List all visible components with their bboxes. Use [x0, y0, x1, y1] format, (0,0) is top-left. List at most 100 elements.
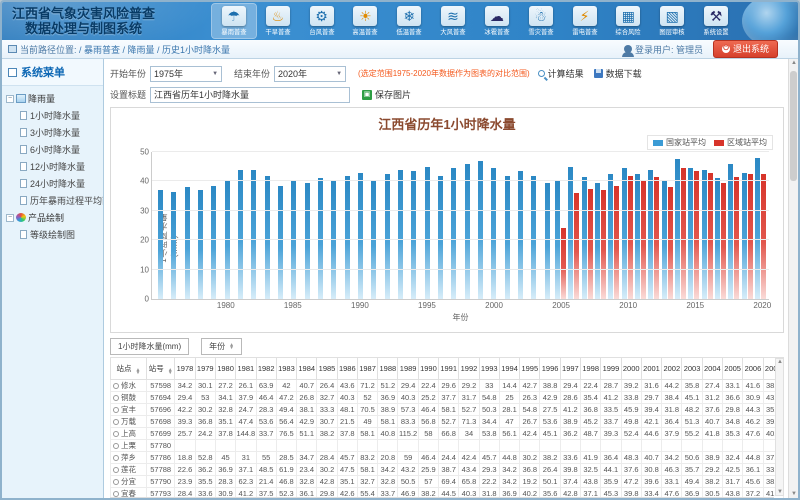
- bar-national: [358, 173, 363, 299]
- start-year-select[interactable]: 1975年▼: [150, 66, 222, 82]
- nav-item-11[interactable]: ▧图层审核: [650, 4, 694, 38]
- table-row[interactable]: 莲花5778822.636.236.937.148.561.923.430.24…: [111, 464, 784, 476]
- year-col-header[interactable]: 1980: [215, 358, 235, 380]
- expander-icon[interactable]: −: [6, 214, 14, 222]
- nav-item-6[interactable]: ≋大风普查: [431, 4, 475, 38]
- bar-regional: [708, 173, 713, 299]
- calculate-button[interactable]: 计算结果: [538, 67, 584, 80]
- year-col-header[interactable]: 1984: [297, 358, 317, 380]
- year-col-header[interactable]: 2001: [641, 358, 661, 380]
- download-button[interactable]: 数据下载: [594, 67, 642, 80]
- year-col-header[interactable]: 1985: [317, 358, 337, 380]
- year-col-header[interactable]: 1990: [418, 358, 438, 380]
- tree-item[interactable]: 1小时降水量: [4, 107, 101, 124]
- radio-button[interactable]: [113, 431, 119, 437]
- year-col-header[interactable]: 1991: [439, 358, 459, 380]
- year-col-header[interactable]: 1988: [378, 358, 398, 380]
- year-col-header[interactable]: 2000: [621, 358, 641, 380]
- tree-group-1[interactable]: −降雨量: [4, 90, 101, 107]
- content-scrollbar[interactable]: ▲ ▼: [788, 59, 798, 498]
- table-horizontal-scrollbar[interactable]: [110, 497, 774, 498]
- table-row[interactable]: 萍乡5778618.852.845315528.534.728.445.783.…: [111, 452, 784, 464]
- year-col-header[interactable]: 1982: [256, 358, 276, 380]
- year-col-header[interactable]: 1992: [459, 358, 479, 380]
- nav-item-9[interactable]: ⚡雷电普查: [563, 4, 607, 38]
- year-col-header[interactable]: 1989: [398, 358, 418, 380]
- tree-item[interactable]: 历年暴雨过程平均雨量: [4, 192, 101, 209]
- scroll-up-icon[interactable]: ▲: [777, 359, 783, 365]
- logout-button[interactable]: ⏻ 退出系统: [713, 40, 778, 58]
- tree-item[interactable]: 6小时降水量: [4, 141, 101, 158]
- radio-button[interactable]: [113, 419, 119, 425]
- radio-button[interactable]: [113, 455, 119, 461]
- scrollbar-thumb[interactable]: [790, 71, 797, 181]
- year-col-header[interactable]: 1995: [520, 358, 540, 380]
- year-col-header[interactable]: 1996: [540, 358, 560, 380]
- table-row[interactable]: 上栗57780: [111, 440, 784, 452]
- radio-button[interactable]: [113, 467, 119, 473]
- year-col-header[interactable]: 1993: [479, 358, 499, 380]
- year-col-header[interactable]: 1987: [357, 358, 377, 380]
- tree-item-label: 3小时降水量: [30, 126, 80, 139]
- tree-item[interactable]: 等级绘制图: [4, 226, 101, 243]
- nav-item-8[interactable]: ☃雪灾普查: [519, 4, 563, 38]
- y-tick: 50: [140, 148, 149, 157]
- nav-item-5[interactable]: ❄低温普查: [387, 4, 431, 38]
- bar-national: [451, 168, 456, 299]
- table-row[interactable]: 上高5769925.724.237.8144.833.776.551.138.2…: [111, 428, 784, 440]
- scroll-down-icon[interactable]: ▼: [789, 491, 798, 497]
- scroll-up-icon[interactable]: ▲: [789, 60, 798, 66]
- chart-title-input[interactable]: 江西省历年1小时降水量: [150, 87, 350, 103]
- tree-item[interactable]: 3小时降水量: [4, 124, 101, 141]
- year-col-header[interactable]: 2003: [682, 358, 702, 380]
- nav-item-1[interactable]: ☂暴雨普查: [212, 4, 256, 38]
- nav-item-4[interactable]: ☀高温普查: [343, 4, 387, 38]
- tree-item[interactable]: 12小时降水量: [4, 158, 101, 175]
- table-row[interactable]: 分宜5779023.935.528.362.321.446.832.842.83…: [111, 476, 784, 488]
- table-row[interactable]: 宜丰5769642.230.232.824.728.349.438.133.34…: [111, 404, 784, 416]
- radio-button[interactable]: [113, 443, 119, 449]
- expander-icon[interactable]: −: [6, 95, 14, 103]
- year-col-header[interactable]: 2005: [722, 358, 742, 380]
- table-row[interactable]: 万载5769839.336.835.147.453.656.442.930.72…: [111, 416, 784, 428]
- year-col-header[interactable]: 1979: [195, 358, 215, 380]
- year-col-header[interactable]: 2004: [702, 358, 722, 380]
- year-col-header[interactable]: 1978: [175, 358, 195, 380]
- year-col-header[interactable]: 1999: [601, 358, 621, 380]
- sort-arrows-icon[interactable]: ▲▼: [229, 344, 234, 350]
- table-row[interactable]: 铜鼓5769429.45334.137.946.447.226.832.740.…: [111, 392, 784, 404]
- nav-item-7[interactable]: ☁冰雹普查: [475, 4, 519, 38]
- save-image-button[interactable]: ▣ 保存图片: [362, 88, 411, 101]
- year-col-header[interactable]: 1997: [560, 358, 580, 380]
- tree-group-2[interactable]: −产品绘制: [4, 209, 101, 226]
- radio-button[interactable]: [113, 407, 119, 413]
- year-col-header[interactable]: 1998: [581, 358, 601, 380]
- app-header: 江西省气象灾害风险普查 数据处理与制图系统 ☂暴雨普查♨干旱普查⚙台风普查☀高温…: [2, 2, 798, 40]
- year-col-header[interactable]: 1994: [499, 358, 519, 380]
- search-icon: [538, 70, 545, 77]
- year-col-header[interactable]: 1981: [236, 358, 256, 380]
- sidebar: 系统菜单 −降雨量1小时降水量3小时降水量6小时降水量12小时降水量24小时降水…: [2, 59, 104, 498]
- nav-item-2[interactable]: ♨干旱普查: [256, 4, 300, 38]
- radio-button[interactable]: [113, 383, 119, 389]
- tree-item[interactable]: 24小时降水量: [4, 175, 101, 192]
- station-id-col-header[interactable]: 站号▲▼: [147, 358, 175, 380]
- year-col-header[interactable]: 2006: [743, 358, 763, 380]
- year-col-header[interactable]: 1986: [337, 358, 357, 380]
- table-row[interactable]: 修水5759834.230.127.226.163.94240.726.443.…: [111, 380, 784, 392]
- year-col-header[interactable]: 1983: [276, 358, 296, 380]
- nav-item-10[interactable]: ▦综合风险: [606, 4, 650, 38]
- scroll-down-icon[interactable]: ▼: [777, 489, 783, 495]
- radio-button[interactable]: [113, 395, 119, 401]
- chart-legend[interactable]: 国家站平均区域站平均: [647, 135, 773, 150]
- end-year-select[interactable]: 2020年▼: [274, 66, 346, 82]
- precipitation-chart: 江西省历年1小时降水量 国家站平均区域站平均 1小时降水量（mm） 年份 010…: [110, 107, 784, 333]
- bar-regional: [734, 177, 739, 299]
- nav-item-12[interactable]: ⚒系统设置: [694, 4, 738, 38]
- station-col-header[interactable]: 站点▲▼: [111, 358, 147, 380]
- table-vertical-scrollbar[interactable]: ▲ ▼: [775, 358, 784, 496]
- year-sort-control[interactable]: 年份 ▲▼: [201, 338, 242, 355]
- radio-button[interactable]: [113, 479, 119, 485]
- nav-item-3[interactable]: ⚙台风普查: [300, 4, 344, 38]
- year-col-header[interactable]: 2002: [662, 358, 682, 380]
